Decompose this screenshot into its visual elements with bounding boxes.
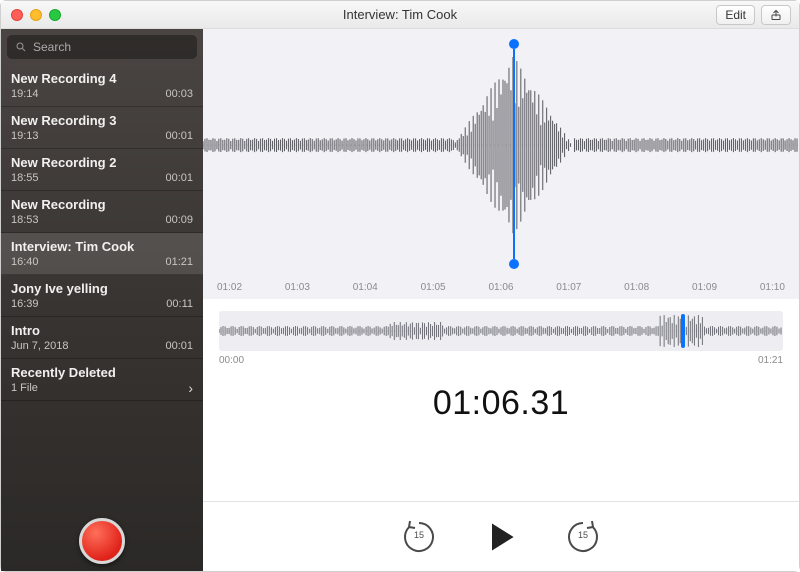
- search-input[interactable]: Search: [7, 35, 197, 59]
- recording-name: New Recording: [11, 197, 193, 212]
- recording-item[interactable]: Interview: Tim Cook 16:40 01:21: [1, 233, 203, 275]
- ruler-tick: 01:05: [421, 282, 446, 293]
- skip-back-button[interactable]: 15: [399, 517, 439, 557]
- play-button[interactable]: [481, 517, 521, 557]
- ruler-tick: 01:07: [556, 282, 581, 293]
- recording-duration: 00:01: [165, 340, 193, 352]
- ruler-tick: 01:08: [624, 282, 649, 293]
- recording-duration: 00:01: [165, 172, 193, 184]
- ruler-tick: 01:06: [488, 282, 513, 293]
- recording-name: Intro: [11, 323, 193, 338]
- recordings-list: New Recording 4 19:14 00:03 New Recording 3…: [1, 65, 203, 511]
- recording-name: Interview: Tim Cook: [11, 239, 193, 254]
- recording-duration: 00:03: [165, 88, 193, 100]
- recording-time: 19:13: [11, 130, 39, 142]
- sidebar: Search New Recording 419:1400:03New Reco…: [1, 29, 203, 571]
- skip-back-seconds: 15: [399, 530, 439, 540]
- recording-item[interactable]: Jony Ive yelling 16:39 00:11: [1, 275, 203, 317]
- waveform-zoom-svg: [203, 29, 799, 299]
- play-icon: [483, 519, 519, 555]
- recording-duration: 00:09: [165, 214, 193, 226]
- recording-name: New Recording 3: [11, 113, 193, 128]
- ruler-tick: 01:04: [353, 282, 378, 293]
- search-icon: [15, 41, 27, 53]
- waveform-zoomed[interactable]: 01:02 01:03 01:04 01:05 01:06 01:07 01:08 01:09…: [203, 29, 799, 299]
- ruler-tick: 01:09: [692, 282, 717, 293]
- recording-time: 19:14: [11, 88, 39, 100]
- recording-time: 18:53: [11, 214, 39, 226]
- ruler-tick: 01:02: [217, 282, 242, 293]
- search-placeholder: Search: [33, 40, 71, 54]
- recording-duration: 01:21: [165, 256, 193, 268]
- current-time-display: 01:06.31: [203, 384, 799, 423]
- recording-name: New Recording 4: [11, 71, 193, 86]
- playhead[interactable]: [513, 49, 515, 259]
- main-panel: 01:02 01:03 01:04 01:05 01:06 01:07 01:08 01:09…: [203, 29, 799, 571]
- ruler-tick: 01:10: [760, 282, 785, 293]
- waveform-overview[interactable]: 00:00 01:21: [219, 311, 783, 366]
- time-ruler: 01:02 01:03 01:04 01:05 01:06 01:07 01:08 01:09…: [203, 282, 799, 293]
- recording-duration: 00:11: [166, 298, 193, 310]
- skip-forward-seconds: 15: [563, 530, 603, 540]
- recording-time: Jun 7, 2018: [11, 340, 69, 352]
- ruler-tick: 01:03: [285, 282, 310, 293]
- playback-controls: 15 15: [203, 501, 799, 571]
- recording-time: 16:40: [11, 256, 39, 268]
- record-button[interactable]: [79, 518, 125, 564]
- recording-duration: 00:01: [165, 130, 193, 142]
- recording-time: 16:39: [11, 298, 39, 310]
- recording-item[interactable]: New Recording 18:53 00:09: [1, 191, 203, 233]
- titlebar: Interview: Tim Cook Edit: [1, 1, 799, 29]
- overview-cursor[interactable]: [681, 314, 685, 348]
- chevron-right-icon: ›: [188, 380, 193, 396]
- recording-name: Jony Ive yelling: [11, 281, 193, 296]
- skip-forward-button[interactable]: 15: [563, 517, 603, 557]
- window-title: Interview: Tim Cook: [1, 7, 799, 22]
- recording-item[interactable]: Intro Jun 7, 2018 00:01: [1, 317, 203, 359]
- recently-deleted-subtitle: 1 File: [11, 382, 38, 394]
- waveform-overview-svg: [219, 311, 783, 351]
- recently-deleted-label: Recently Deleted: [11, 365, 193, 380]
- recording-item[interactable]: New Recording 4 19:14 00:03: [1, 65, 203, 107]
- recording-item[interactable]: New Recording 2 18:55 00:01: [1, 149, 203, 191]
- recently-deleted-item[interactable]: Recently Deleted 1 File ›: [1, 359, 203, 401]
- recording-time: 18:55: [11, 172, 39, 184]
- overview-start: 00:00: [219, 355, 244, 366]
- recording-item[interactable]: New Recording 3 19:13 00:01: [1, 107, 203, 149]
- overview-end: 01:21: [758, 355, 783, 366]
- recording-name: New Recording 2: [11, 155, 193, 170]
